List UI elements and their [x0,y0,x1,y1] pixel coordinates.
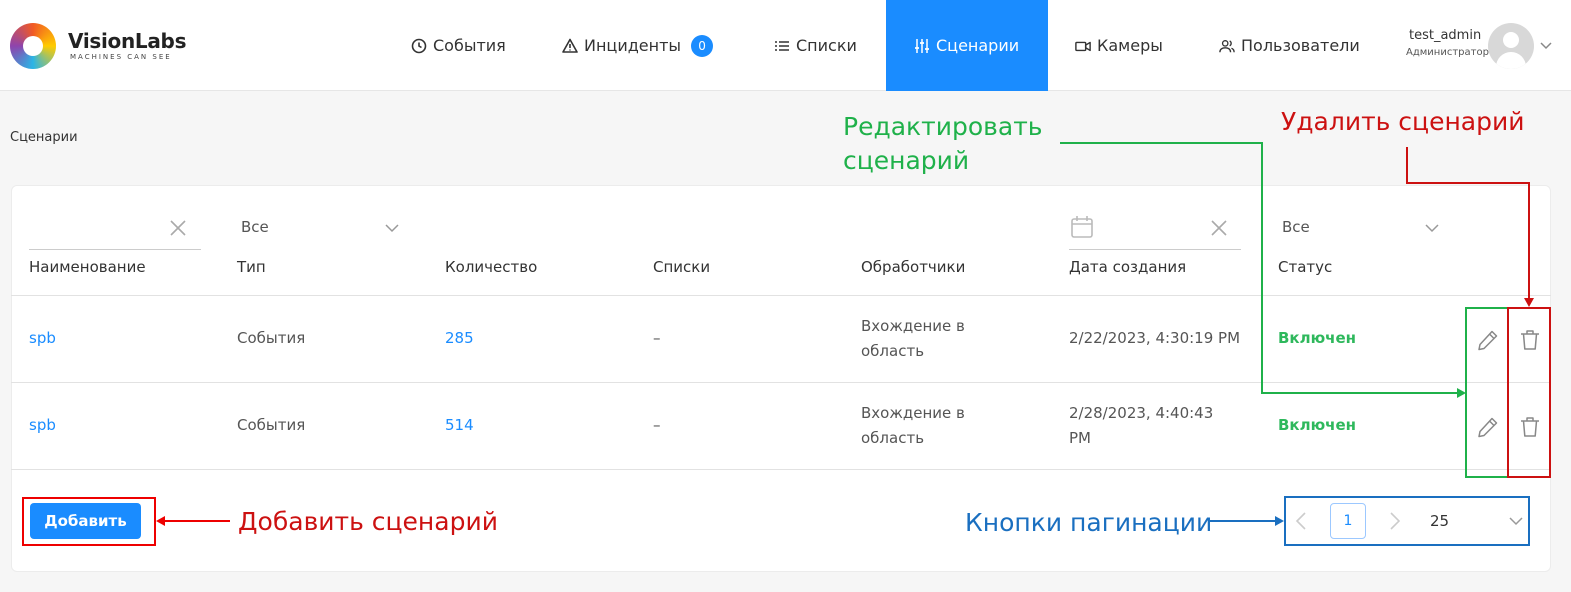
breadcrumb: Сценарии [10,130,78,145]
warning-icon [562,38,578,53]
row-name-link[interactable]: spb [29,413,56,438]
clock-icon [411,38,427,53]
row-count-link[interactable]: 514 [445,413,474,438]
nav-cameras-label: Камеры [1097,36,1163,55]
chevron-down-icon[interactable] [1539,38,1553,52]
nav-cameras[interactable]: Камеры [1075,0,1163,91]
avatar[interactable] [1488,23,1534,69]
row-handlers: Вхождение в область [861,317,965,360]
row-status: Включен [1278,329,1357,347]
column-header-lists[interactable]: Списки [653,258,710,276]
close-icon[interactable] [1209,218,1229,238]
app-header: VisionLabs MACHINES CAN SEE События Инци… [0,0,1571,91]
row-handlers: Вхождение в область [861,404,965,447]
logo-icon [10,23,56,69]
annotation-delete-label: Удалить сценарий [1281,107,1525,136]
nav-scenarios-label: Сценарии [936,36,1020,55]
nav-lists[interactable]: Списки [774,0,857,91]
annotation-delete-box [1507,307,1551,478]
nav-users-label: Пользователи [1241,36,1360,55]
chevron-down-icon[interactable] [384,220,400,236]
chevron-down-icon[interactable] [1424,220,1440,236]
list-icon [775,40,789,51]
column-header-count[interactable]: Количество [445,258,537,276]
annotation-pagination-label: Кнопки пагинации [965,508,1213,537]
column-header-type[interactable]: Тип [237,258,266,276]
brand-tagline: MACHINES CAN SEE [70,53,172,61]
close-icon[interactable] [168,218,188,238]
brand-name: VisionLabs [68,29,187,53]
status-filter-select[interactable]: Все [1282,218,1310,236]
nav-users[interactable]: Пользователи [1219,0,1360,91]
user-role: Администратор [1406,47,1489,58]
users-icon [1219,39,1235,52]
user-name: test_admin [1409,28,1482,43]
table-divider [11,295,1551,296]
annotation-add-label: Добавить сценарий [238,507,498,536]
name-filter-input[interactable] [29,249,201,250]
nav-lists-label: Списки [796,36,857,55]
nav-scenarios[interactable]: Сценарии [886,0,1048,91]
nav-incidents-label: Инциденты [584,36,682,55]
row-lists: – [653,416,661,434]
annotation-add-box [22,497,156,546]
incidents-count-badge: 0 [691,34,714,57]
row-name-link[interactable]: spb [29,326,56,351]
row-created: 2/22/2023, 4:30:19 PM [1069,329,1241,347]
date-filter-input[interactable] [1069,249,1241,250]
annotation-edit-box [1465,307,1509,478]
type-filter-select[interactable]: Все [241,218,269,236]
annotation-edit-label: Редактировать сценарий [843,112,1043,175]
row-count-link[interactable]: 285 [445,326,474,351]
row-lists: – [653,329,661,347]
nav-events[interactable]: События [411,0,506,91]
row-status: Включен [1278,416,1357,434]
column-header-status[interactable]: Статус [1278,258,1332,276]
nav-incidents[interactable]: Инциденты 0 [562,0,714,91]
row-type: События [237,329,306,347]
camera-icon [1075,41,1091,51]
column-header-name[interactable]: Наименование [29,258,146,276]
column-header-handlers[interactable]: Обработчики [861,258,965,276]
annotation-pagination-box [1284,496,1530,546]
sliders-icon [915,38,929,53]
row-type: События [237,416,306,434]
nav-events-label: События [433,36,506,55]
calendar-icon[interactable] [1070,215,1094,239]
row-created: 2/28/2023, 4:40:43 PM [1069,404,1214,447]
column-header-created[interactable]: Дата создания [1069,258,1186,276]
table-divider [11,469,1551,470]
table-divider [11,382,1551,383]
